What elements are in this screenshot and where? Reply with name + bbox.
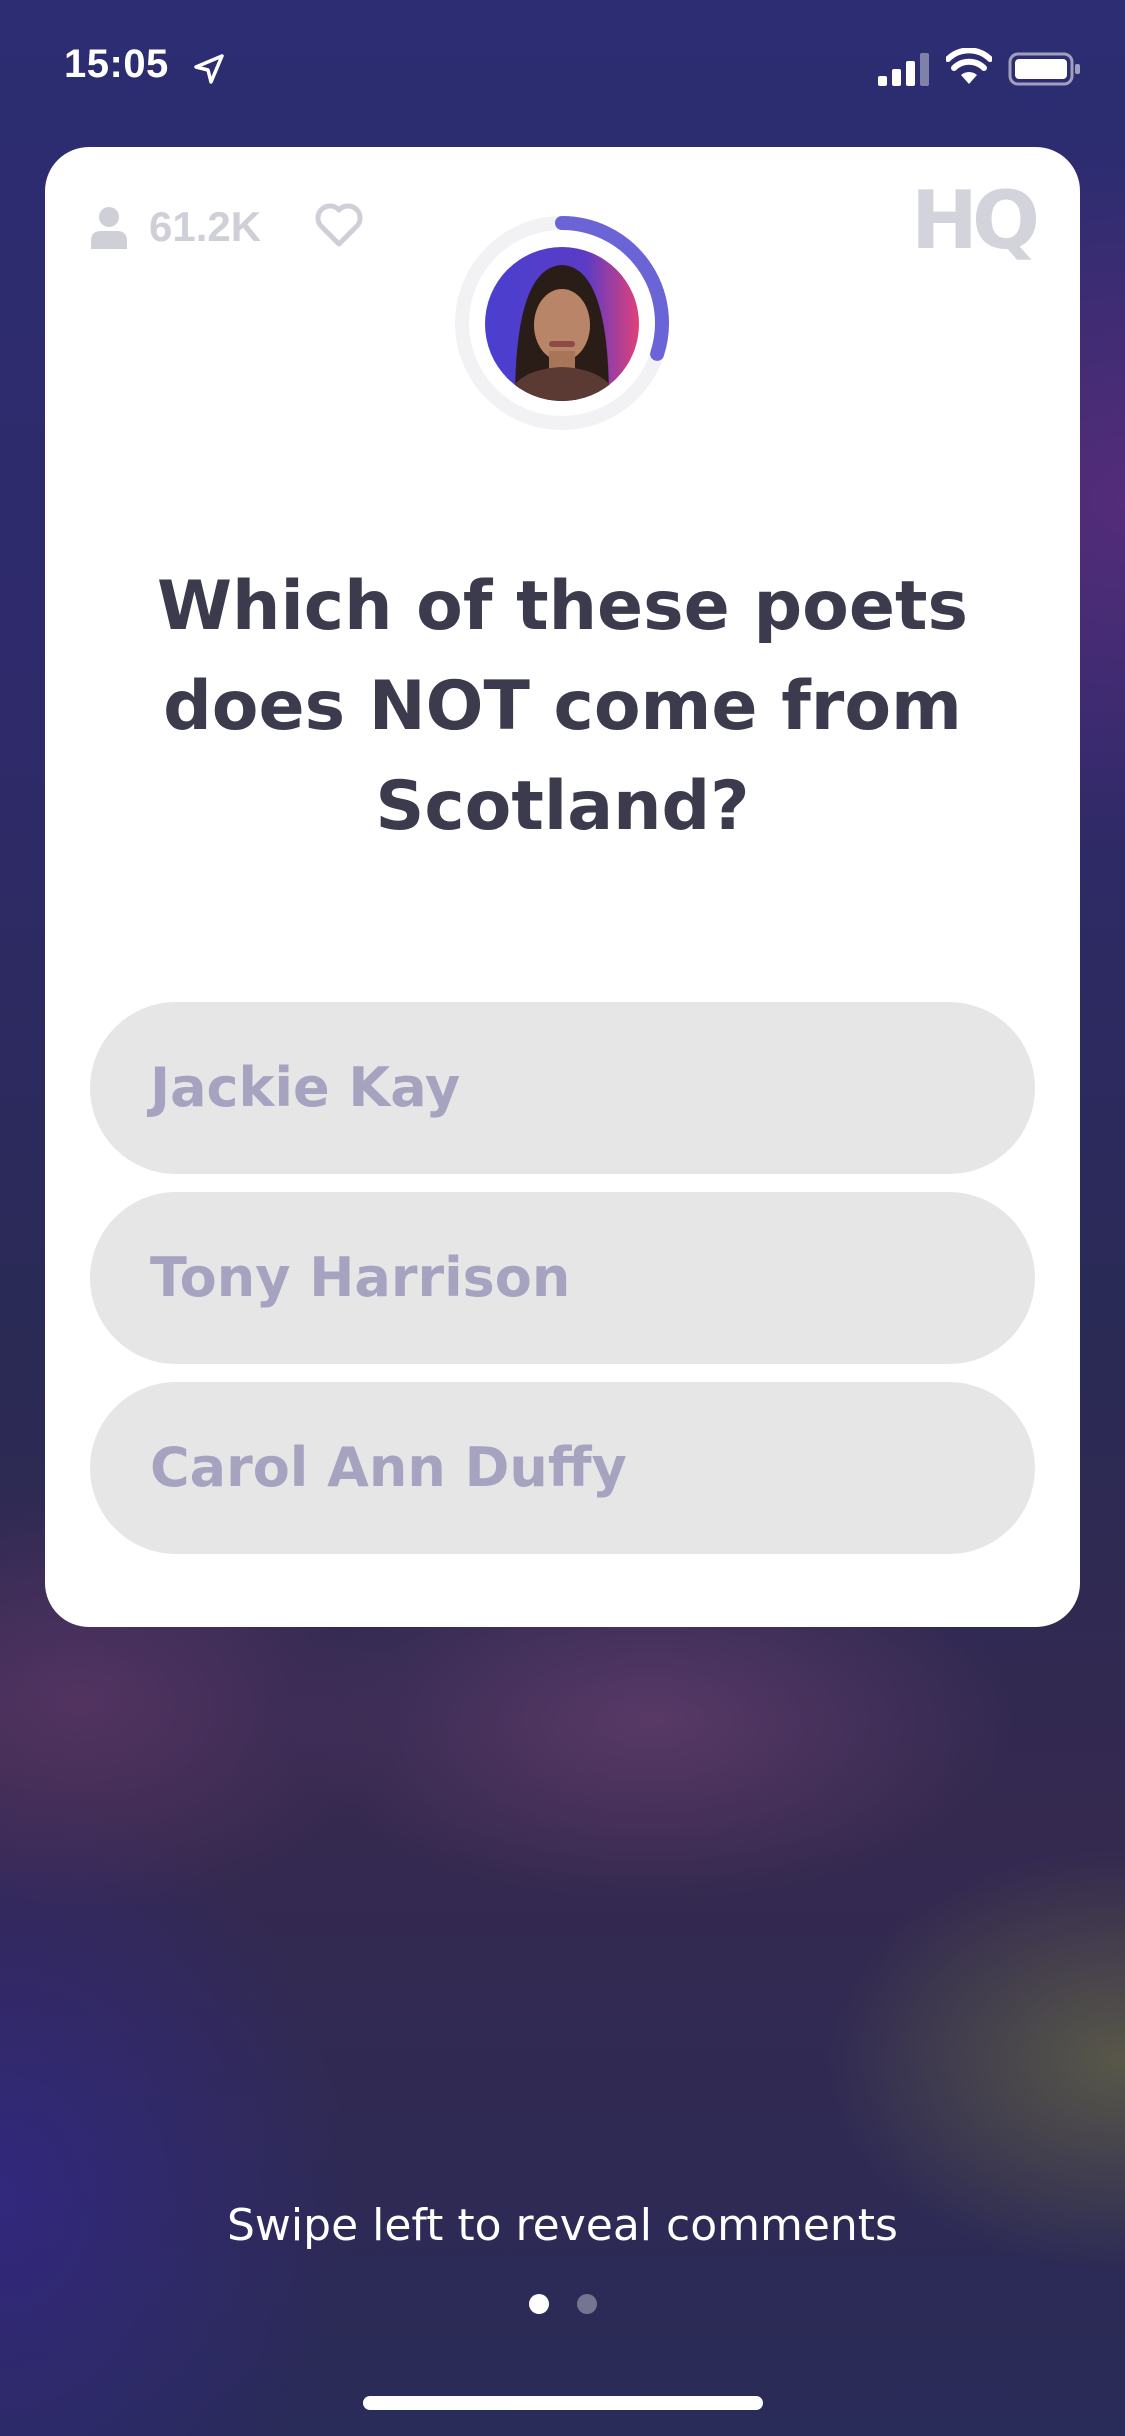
answer-option-1[interactable]: Jackie Kay — [90, 1002, 1035, 1174]
answer-label: Jackie Kay — [150, 1056, 461, 1119]
page-dot-1 — [528, 2294, 549, 2314]
host-avatar — [485, 247, 639, 401]
answer-list: Jackie Kay Tony Harrison Carol Ann Duffy — [90, 1002, 1035, 1572]
hq-logo: HQ — [911, 174, 1040, 267]
question-text: Which of these poets does NOT come from … — [157, 567, 968, 846]
page-dot-2 — [576, 2294, 597, 2314]
answer-label: Carol Ann Duffy — [150, 1436, 627, 1499]
wifi-icon — [946, 48, 992, 84]
viewer-count: 61.2K — [149, 203, 262, 250]
home-indicator[interactable] — [363, 2396, 763, 2410]
answer-option-3[interactable]: Carol Ann Duffy — [90, 1382, 1035, 1554]
cellular-signal-icon — [878, 53, 929, 86]
viewer-person-icon — [91, 207, 127, 249]
status-bar: 15:05 — [0, 0, 1125, 140]
page-indicator[interactable] — [0, 2294, 1125, 2318]
location-arrow-icon — [194, 54, 224, 84]
status-time: 15:05 — [64, 42, 169, 86]
swipe-hint-text: Swipe left to reveal comments — [227, 2200, 898, 2251]
battery-icon — [1008, 52, 1080, 86]
heart-icon[interactable] — [315, 202, 363, 248]
answer-option-2[interactable]: Tony Harrison — [90, 1192, 1035, 1364]
answer-label: Tony Harrison — [150, 1246, 571, 1309]
question-card: 61.2K HQ Which of these poets does NOT c… — [45, 147, 1080, 1627]
